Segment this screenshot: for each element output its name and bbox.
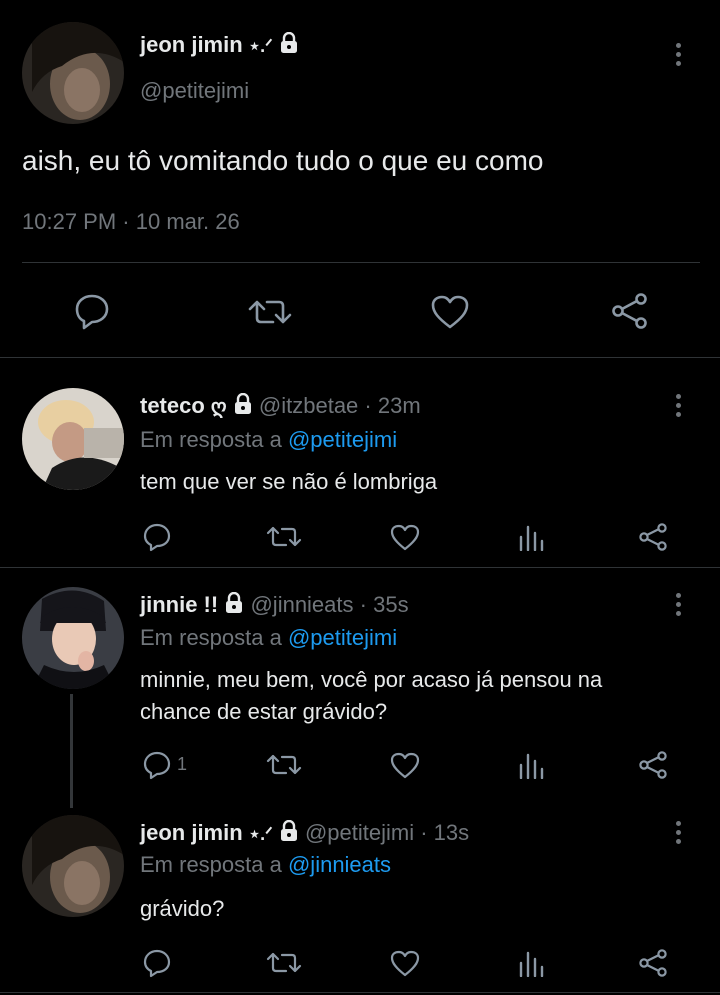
main-tweet-bottom-divider	[0, 357, 720, 358]
thread-connector-line	[70, 694, 73, 808]
analytics-icon[interactable]	[518, 523, 544, 551]
main-tweet-date: 10 mar. 26	[135, 209, 240, 234]
reply-1-handle[interactable]: @itzbetae	[259, 393, 358, 418]
main-tweet-name-row: jeon jimin ⋆.ᐟ	[140, 32, 299, 58]
reply-2-reply-count: 1	[177, 754, 188, 774]
share-icon[interactable]	[637, 948, 669, 978]
main-tweet-name-decoration: ⋆.ᐟ	[248, 36, 273, 56]
reply-2-text-line-1: minnie, meu bem, você por acaso já penso…	[140, 667, 603, 692]
reply-2-display-name[interactable]: jinnie !!	[140, 592, 218, 617]
main-tweet-avatar[interactable]	[22, 22, 124, 124]
lock-icon	[234, 393, 251, 414]
reply-2-text-line-2: chance de estar grávido?	[140, 699, 388, 724]
reply-1-avatar[interactable]	[22, 388, 124, 490]
reply-icon[interactable]	[141, 750, 173, 780]
reply-2-avatar[interactable]	[22, 587, 124, 689]
main-tweet-handle[interactable]: @petitejimi	[140, 78, 249, 104]
reply-3-handle[interactable]: @petitejimi	[305, 820, 414, 845]
main-tweet-display-name[interactable]: jeon jimin	[140, 32, 243, 57]
reply-3-more-icon[interactable]	[671, 821, 685, 844]
share-icon[interactable]	[637, 522, 669, 552]
reply-icon[interactable]	[141, 522, 173, 552]
reply-3-reply-context: Em resposta a @jinnieats	[140, 852, 391, 878]
retweet-icon[interactable]	[248, 296, 292, 328]
reply-1-display-name[interactable]: teteco	[140, 393, 205, 418]
reply-1-name-decoration: ღ	[210, 396, 227, 418]
like-icon[interactable]	[389, 523, 421, 551]
reply-1-reply-prefix: Em resposta a	[140, 427, 282, 452]
reply-3-text: grávido?	[140, 896, 225, 921]
reply-1-separator: ·	[364, 393, 372, 418]
main-tweet-more-icon[interactable]	[671, 43, 685, 66]
reply-3-reply-prefix: Em resposta a	[140, 852, 282, 877]
reply-1-divider	[0, 567, 720, 568]
lock-icon	[226, 592, 243, 613]
reply-3-reply-to-link[interactable]: @jinnieats	[288, 852, 391, 877]
reply-3-avatar[interactable]	[22, 815, 124, 917]
main-tweet-timestamp: 10:27 PM · 10 mar. 26	[22, 209, 240, 235]
share-icon[interactable]	[610, 292, 650, 330]
reply-3-display-name[interactable]: jeon jimin	[140, 820, 243, 845]
retweet-icon[interactable]	[266, 524, 302, 550]
reply-1-text: tem que ver se não é lombriga	[140, 469, 438, 494]
reply-2-handle[interactable]: @jinnieats	[250, 592, 353, 617]
analytics-icon[interactable]	[518, 949, 544, 977]
reply-1-more-icon[interactable]	[671, 394, 685, 417]
main-tweet-text: aish, eu tô vomitando tudo o que eu como	[22, 145, 544, 176]
analytics-icon[interactable]	[518, 751, 544, 779]
reply-icon[interactable]	[141, 948, 173, 978]
reply-1-reply-to-link[interactable]: @petitejimi	[288, 427, 397, 452]
timestamp-separator: ·	[122, 209, 130, 234]
share-icon[interactable]	[637, 750, 669, 780]
like-icon[interactable]	[389, 751, 421, 779]
like-icon[interactable]	[430, 294, 470, 330]
reply-1-age: 23m	[377, 393, 421, 418]
reply-2-reply-context: Em resposta a @petitejimi	[140, 625, 397, 651]
main-tweet-divider	[22, 262, 700, 263]
reply-3-header: jeon jimin ⋆.ᐟ @petitejimi · 13s	[140, 820, 469, 846]
reply-1-reply-context: Em resposta a @petitejimi	[140, 427, 397, 453]
reply-icon[interactable]	[72, 292, 112, 330]
like-icon[interactable]	[389, 949, 421, 977]
reply-2-separator: ·	[359, 592, 367, 617]
reply-3-divider	[0, 992, 720, 993]
retweet-icon[interactable]	[266, 950, 302, 976]
reply-2-more-icon[interactable]	[671, 593, 685, 616]
reply-2-age: 35s	[373, 592, 409, 617]
main-tweet-time: 10:27 PM	[22, 209, 117, 234]
reply-3-age: 13s	[433, 820, 470, 845]
reply-3-separator: ·	[420, 820, 428, 845]
lock-icon	[280, 820, 297, 841]
lock-icon	[280, 32, 297, 53]
retweet-icon[interactable]	[266, 752, 302, 778]
reply-2-reply-prefix: Em resposta a	[140, 625, 282, 650]
reply-2-reply-to-link[interactable]: @petitejimi	[288, 625, 397, 650]
reply-3-name-decoration: ⋆.ᐟ	[248, 824, 273, 844]
reply-2-header: jinnie !! @jinnieats · 35s	[140, 592, 409, 618]
reply-1-header: teteco ღ @itzbetae · 23m	[140, 393, 421, 419]
